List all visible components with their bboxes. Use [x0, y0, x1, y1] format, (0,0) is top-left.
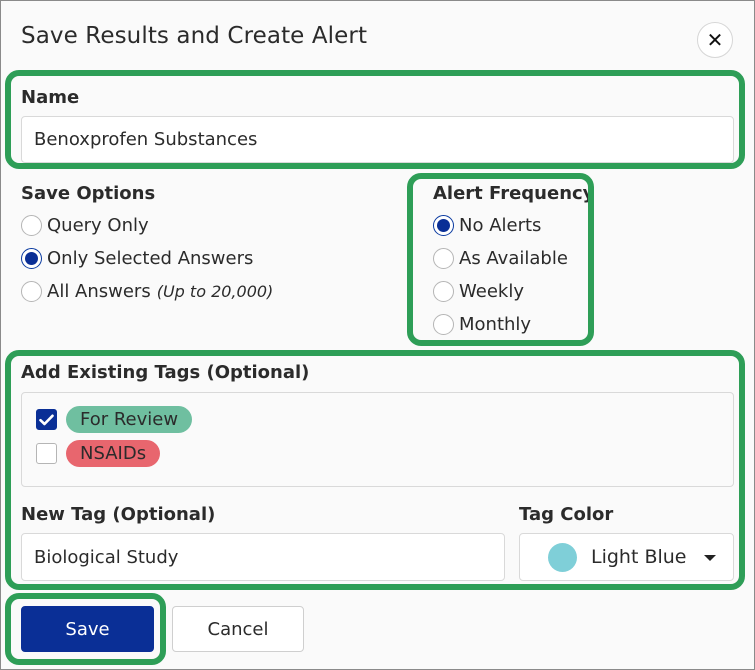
radio-unchecked[interactable] [433, 248, 454, 269]
chevron-down-icon [704, 555, 716, 561]
save-option-query-only[interactable]: Query Only [21, 215, 149, 236]
alert-frequency-label: Alert Frequency [433, 183, 595, 204]
alert-option-label: No Alerts [459, 215, 542, 236]
close-icon: ✕ [706, 28, 724, 52]
name-input-value: Benoxprofen Substances [34, 129, 258, 150]
existing-tags-list: For Review NSAIDs [21, 392, 734, 487]
checkbox-unchecked[interactable] [36, 443, 57, 464]
tag-item-for-review[interactable]: For Review [36, 406, 193, 433]
dialog-title: Save Results and Create Alert [21, 23, 368, 49]
existing-tags-label: Add Existing Tags (Optional) [21, 362, 310, 383]
alert-option-as-available[interactable]: As Available [433, 248, 568, 269]
color-swatch [548, 542, 577, 572]
radio-unchecked[interactable] [21, 215, 42, 236]
new-tag-input[interactable]: Biological Study [21, 533, 505, 581]
tag-pill: For Review [66, 406, 193, 433]
tag-color-label: Tag Color [519, 504, 614, 525]
checkbox-checked[interactable] [36, 409, 57, 430]
save-option-note: (Up to 20,000) [156, 282, 274, 301]
tag-color-select[interactable]: Light Blue [519, 533, 734, 581]
name-label: Name [21, 87, 80, 108]
alert-option-monthly[interactable]: Monthly [433, 314, 531, 335]
tag-item-nsaids[interactable]: NSAIDs [36, 440, 161, 467]
save-options-label: Save Options [21, 183, 156, 204]
save-option-selected-answers[interactable]: Only Selected Answers [21, 248, 253, 269]
alert-option-weekly[interactable]: Weekly [433, 281, 524, 302]
alert-option-label: Monthly [459, 314, 532, 335]
alert-option-label: As Available [459, 248, 568, 269]
check-icon [39, 414, 54, 425]
radio-checked[interactable] [433, 215, 454, 236]
close-button[interactable]: ✕ [697, 22, 733, 58]
tag-pill: NSAIDs [66, 440, 161, 467]
new-tag-input-value: Biological Study [34, 546, 179, 568]
new-tag-label: New Tag (Optional) [21, 504, 216, 525]
save-option-label: Only Selected Answers [47, 248, 254, 269]
save-alert-dialog: Save Results and Create Alert ✕ Name Ben… [0, 0, 755, 670]
radio-unchecked[interactable] [433, 281, 454, 302]
radio-checked[interactable] [21, 248, 42, 269]
save-option-all-answers[interactable]: All Answers (Up to 20,000) [21, 281, 273, 302]
alert-option-no-alerts[interactable]: No Alerts [433, 215, 541, 236]
save-option-label: All Answers [47, 281, 151, 302]
alert-option-label: Weekly [459, 281, 524, 302]
save-button[interactable]: Save [21, 606, 154, 652]
radio-unchecked[interactable] [21, 281, 42, 302]
radio-unchecked[interactable] [433, 314, 454, 335]
tag-color-value: Light Blue [591, 546, 687, 568]
save-option-label: Query Only [47, 215, 149, 236]
name-input[interactable]: Benoxprofen Substances [21, 116, 734, 163]
cancel-button[interactable]: Cancel [172, 606, 304, 652]
